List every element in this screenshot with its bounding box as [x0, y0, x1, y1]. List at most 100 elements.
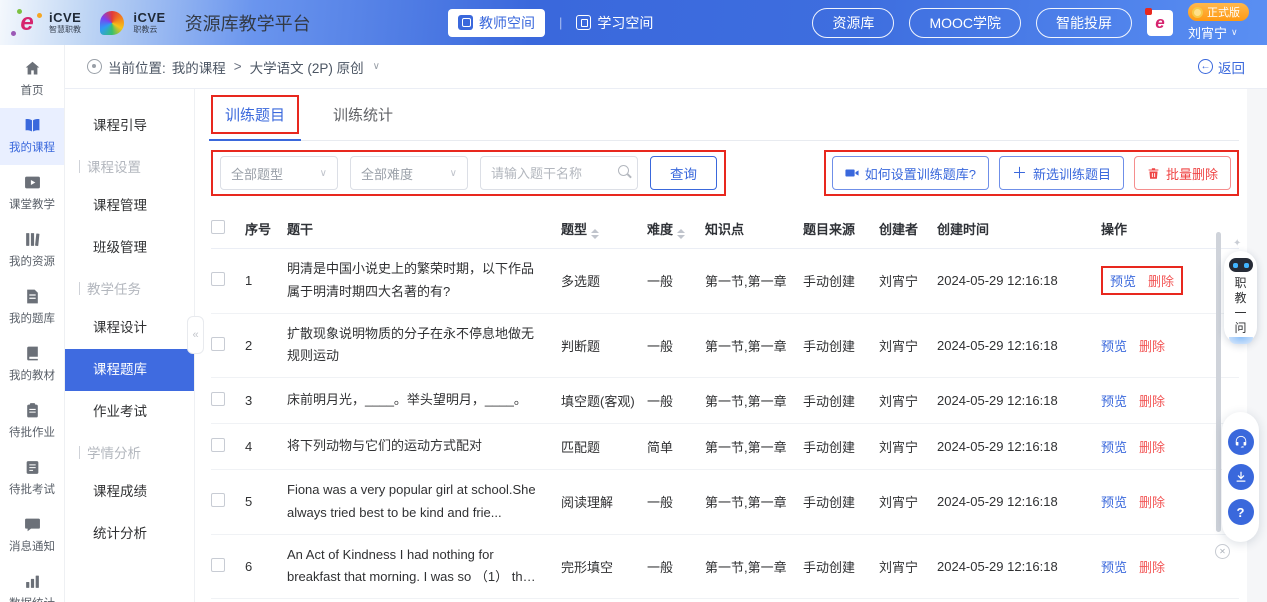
question-type: 判断题 — [561, 336, 647, 355]
menu-item-course-grades[interactable]: 课程成绩 — [65, 471, 194, 513]
rail-item-home[interactable]: 首页 — [0, 51, 64, 108]
sidebar-collapse-handle[interactable]: « — [187, 316, 204, 354]
difficulty-select[interactable]: 全部难度 ∨ — [350, 156, 468, 190]
teacher-space-tab[interactable]: 教师空间 — [448, 9, 545, 37]
space-divider: | — [559, 15, 562, 30]
rail-item-my-resources[interactable]: 我的资源 — [0, 222, 64, 279]
rail-item-messages[interactable]: 消息通知 — [0, 507, 64, 564]
scrollbar-thumb[interactable] — [1216, 232, 1221, 532]
menu-item-course-design[interactable]: 课程设计 — [65, 307, 194, 349]
preview-link[interactable]: 预览 — [1101, 339, 1127, 354]
user-menu[interactable]: 正式版 刘宵宁 ∨ — [1188, 3, 1253, 42]
headset-icon — [1234, 435, 1248, 449]
icve-zhihui-logo-icon: e — [14, 10, 40, 36]
download-button[interactable] — [1228, 464, 1254, 490]
resource-library-button[interactable]: 资源库 — [812, 8, 894, 38]
back-label: 返回 — [1218, 57, 1245, 77]
wave-decoration — [1229, 337, 1253, 344]
row-number: 6 — [245, 559, 287, 574]
menu-item-course-question-bank[interactable]: 课程题库 — [65, 349, 194, 391]
question-source: 手动创建 — [803, 557, 879, 576]
question-stem-cell: An Act of Kindness I had nothing for bre… — [287, 544, 539, 590]
row-checkbox-cell — [211, 272, 245, 289]
creator: 刘宵宁 — [879, 492, 937, 511]
row-checkbox-cell — [211, 438, 245, 455]
query-button[interactable]: 查询 — [650, 156, 717, 190]
table-row: 6An Act of Kindness I had nothing for br… — [211, 535, 1239, 600]
rail-item-pending-exams[interactable]: 待批考试 — [0, 450, 64, 507]
delete-link[interactable]: 删除 — [1139, 339, 1165, 354]
menu-item-homework-exam[interactable]: 作业考试 — [65, 391, 194, 433]
created-time: 2024-05-29 12:16:18 — [937, 559, 1101, 574]
rail-item-classroom-teaching[interactable]: 课堂教学 — [0, 165, 64, 222]
row-checkbox[interactable] — [211, 337, 225, 351]
back-button[interactable]: ← 返回 — [1198, 57, 1245, 77]
location-pin-icon — [87, 59, 102, 74]
batch-delete-button[interactable]: 批量删除 — [1134, 156, 1231, 190]
delete-link[interactable]: 删除 — [1148, 274, 1174, 289]
delete-link[interactable]: 删除 — [1139, 440, 1165, 455]
menu-item-statistical-analysis[interactable]: 统计分析 — [65, 513, 194, 555]
rail-item-my-courses[interactable]: 我的课程 — [0, 108, 64, 165]
delete-link[interactable]: 删除 — [1139, 394, 1165, 409]
question-source: 手动创建 — [803, 492, 879, 511]
trash-icon — [1147, 167, 1160, 180]
smart-cast-button[interactable]: 智能投屏 — [1036, 8, 1132, 38]
delete-link[interactable]: 删除 — [1139, 495, 1165, 510]
rail-label: 消息通知 — [9, 538, 55, 554]
rail-item-data-statistics[interactable]: 数据统计 — [0, 564, 64, 602]
setup-guide-button[interactable]: 如何设置训练题库? — [832, 156, 989, 190]
student-space-tab[interactable]: 学习空间 — [576, 13, 653, 33]
creator: 刘宵宁 — [879, 437, 937, 456]
row-checkbox-cell — [211, 337, 245, 354]
sort-icon[interactable] — [591, 229, 599, 239]
brand-logos: e iCVE 智慧职教 iCVE 职教云 资源库教学平台 — [14, 10, 311, 36]
help-button[interactable]: ? — [1228, 499, 1254, 525]
breadcrumb-caret-icon[interactable]: ∨ — [373, 61, 380, 72]
select-all-checkbox[interactable] — [211, 220, 225, 234]
menu-item-course-guide[interactable]: 课程引导 — [65, 105, 194, 147]
menu-item-class-management[interactable]: 班级管理 — [65, 227, 194, 269]
preview-link[interactable]: 预览 — [1101, 394, 1127, 409]
ai-assistant-widget[interactable]: 职教一问 — [1224, 251, 1257, 344]
question-source: 手动创建 — [803, 336, 879, 355]
sort-icon[interactable] — [677, 229, 685, 239]
breadcrumb-root[interactable]: 我的课程 — [172, 57, 226, 77]
row-checkbox[interactable] — [211, 392, 225, 406]
rail-item-pending-homework[interactable]: 待批作业 — [0, 393, 64, 450]
question-type-select[interactable]: 全部题型 ∨ — [220, 156, 338, 190]
logo2-sub: 职教云 — [133, 26, 165, 34]
add-training-questions-button[interactable]: ＋ 新选训练题目 — [999, 156, 1124, 190]
row-checkbox[interactable] — [211, 493, 225, 507]
home-icon — [24, 60, 41, 77]
rail-item-my-question-bank[interactable]: 我的题库 — [0, 279, 64, 336]
tab-training-statistics[interactable]: 训练统计 — [333, 89, 393, 140]
question-type: 填空题(客观) — [561, 391, 647, 410]
menu-item-course-management[interactable]: 课程管理 — [65, 185, 194, 227]
rail-label: 我的课程 — [9, 139, 55, 155]
preview-link[interactable]: 预览 — [1110, 274, 1136, 289]
mooc-college-button[interactable]: MOOC学院 — [909, 8, 1021, 38]
tab-training-questions[interactable]: 训练题目 — [211, 89, 299, 140]
column-header-type[interactable]: 题型 — [561, 219, 647, 239]
preview-link[interactable]: 预览 — [1101, 440, 1127, 455]
stem-search-input[interactable] — [480, 156, 638, 190]
customer-service-button[interactable] — [1228, 429, 1254, 455]
menu-group-teaching-tasks: 教学任务 — [65, 269, 194, 307]
notification-app-icon[interactable]: e — [1147, 10, 1173, 36]
question-stem-cell: 床前明月光，____。举头望明月，____。 — [287, 389, 539, 412]
preview-link[interactable]: 预览 — [1101, 560, 1127, 575]
question-type: 阅读理解 — [561, 492, 647, 511]
breadcrumb-current[interactable]: 大学语文 (2P) 原创 — [250, 57, 364, 77]
tab-label: 训练题目 — [225, 107, 285, 124]
row-checkbox-cell — [211, 493, 245, 510]
rail-item-my-textbooks[interactable]: 我的教材 — [0, 336, 64, 393]
delete-link[interactable]: 删除 — [1139, 560, 1165, 575]
username-label: 刘宵宁 — [1188, 23, 1227, 42]
column-header-difficulty[interactable]: 难度 — [647, 219, 705, 239]
row-checkbox[interactable] — [211, 438, 225, 452]
close-floating-button[interactable]: ✕ — [1215, 544, 1230, 559]
row-checkbox[interactable] — [211, 558, 225, 572]
preview-link[interactable]: 预览 — [1101, 495, 1127, 510]
row-checkbox[interactable] — [211, 272, 225, 286]
